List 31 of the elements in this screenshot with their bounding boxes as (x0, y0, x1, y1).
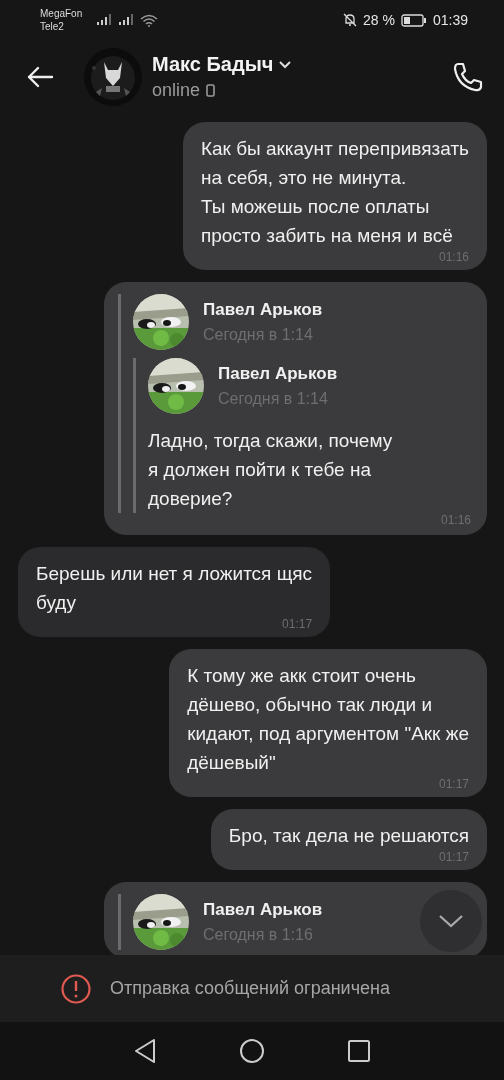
message-text: Ладно, тогда скажи, почему я должен пойти к тебе на доверие? (148, 429, 393, 511)
chevron-down-icon[interactable] (279, 60, 292, 69)
home-nav-icon[interactable] (239, 1038, 265, 1064)
phone-call-icon[interactable] (452, 61, 484, 93)
contact-name[interactable]: Макс Бадыч (152, 53, 274, 76)
warning-icon (60, 972, 92, 1005)
wifi-icon (140, 13, 159, 27)
author-name[interactable]: Павел Арьков (203, 900, 323, 920)
clock: 01:39 (432, 12, 468, 28)
carrier-name: Tele2 (40, 20, 65, 33)
signal-icon (96, 14, 113, 26)
carrier-name: MegaFon (40, 7, 83, 20)
bell-off-icon (343, 13, 358, 27)
message-bubble[interactable]: Берешь или нет я ложится щяс буду 01:17 (18, 547, 331, 637)
author-name[interactable]: Павел Арьков (218, 364, 338, 384)
message-time: 01:17 (282, 617, 313, 631)
message-text: Как бы аккаунт перепривязать на себя, это не минута. Ты можешь после оплаты просто забить на меня и всё (200, 137, 469, 248)
online-status: online (152, 80, 201, 101)
message-text: Берешь или нет я ложится щяс буду (36, 562, 313, 615)
message-text: К тому же акк стоит очень дёшево, обычно так люди и кидают, под аргументом "Акк же дёшевый" (187, 664, 469, 775)
signal-icon (118, 14, 135, 26)
restriction-notice: Отправка сообщений ограничена (110, 978, 390, 999)
message-text: Бро, так дела не решаются (228, 824, 469, 848)
recents-nav-icon[interactable] (347, 1039, 371, 1063)
author-name[interactable]: Павел Арьков (203, 300, 323, 320)
battery-icon (400, 13, 427, 27)
back-arrow-icon[interactable] (26, 65, 54, 89)
battery-percent: 28 % (363, 12, 395, 28)
phone-device-icon (206, 84, 216, 97)
back-nav-icon[interactable] (133, 1038, 157, 1064)
chevron-down-icon (438, 914, 464, 928)
